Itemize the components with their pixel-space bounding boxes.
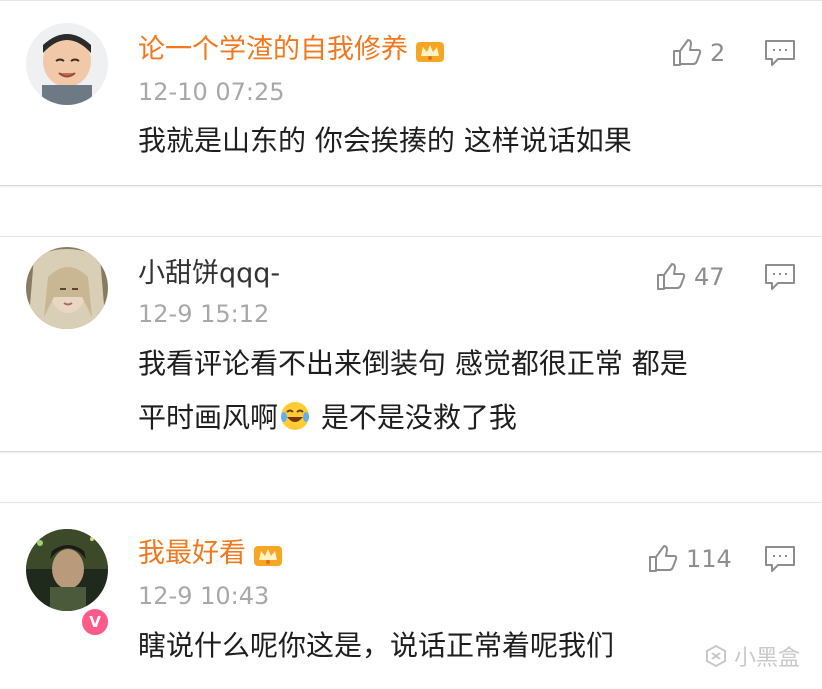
verified-v-icon: V (80, 607, 110, 637)
comment-line: 平时画风啊 是不是没救了我 (138, 391, 798, 445)
username[interactable]: 小甜饼qqq- (138, 257, 280, 291)
comment-time: 12-9 10:43 (138, 582, 270, 610)
thumbs-up-icon (649, 545, 678, 572)
watermark-logo-icon (705, 644, 726, 668)
avatar[interactable] (26, 529, 108, 611)
username[interactable]: 我最好看 (138, 537, 284, 571)
crown-icon (252, 542, 284, 568)
comment-icon[interactable] (764, 39, 796, 67)
comment-line: 我看评论看不出来倒装句 感觉都很正常 都是 (138, 347, 688, 380)
comment-time: 12-10 07:25 (138, 78, 285, 106)
like-count: 47 (694, 263, 725, 291)
like-count: 2 (710, 39, 726, 67)
comment-icon[interactable] (764, 545, 796, 573)
comment-fragment: 是不是没救了我 (312, 401, 517, 434)
comment-card: 小甜饼qqq- 12-9 15:12 我看评论看不出来倒装句 感觉都很正常 都是… (0, 236, 822, 452)
watermark-text: 小黑盒 (733, 646, 800, 671)
comment-text: 瞎说什么呢你这是，说话正常着呢我们 (138, 629, 615, 662)
comment-card: 论一个学渣的自我修养 12-10 07:25 我就是山东的 你会挨揍的 这样说话… (0, 0, 822, 186)
avatar[interactable] (26, 23, 108, 105)
comment-fragment: 平时画风啊 (138, 401, 279, 434)
like-count: 114 (686, 545, 732, 573)
like-button[interactable]: 47 (654, 261, 725, 293)
crown-icon (414, 38, 446, 64)
like-button[interactable]: 2 (670, 37, 725, 69)
watermark: 小黑盒 (704, 640, 800, 672)
comment-card: V 我最好看 12-9 10:43 瞎说什么呢你这是，说话正常着呢我们 114 (0, 502, 822, 689)
comment-icon[interactable] (764, 263, 796, 291)
laugh-cry-emoji (280, 395, 310, 430)
comment-text: 我看评论看不出来倒装句 感觉都很正常 都是 平时画风啊 是不是没救了我 (138, 337, 798, 445)
username-text[interactable]: 论一个学渣的自我修养 (138, 34, 408, 65)
username-text[interactable]: 我最好看 (138, 538, 246, 569)
thumbs-up-icon (657, 263, 686, 290)
comment-text: 我就是山东的 你会挨揍的 这样说话如果 (138, 124, 632, 157)
like-button[interactable]: 114 (646, 543, 732, 575)
username[interactable]: 论一个学渣的自我修养 (138, 33, 446, 67)
thumbs-up-icon (673, 39, 702, 66)
comment-time: 12-9 15:12 (138, 300, 270, 328)
avatar[interactable] (26, 247, 108, 329)
